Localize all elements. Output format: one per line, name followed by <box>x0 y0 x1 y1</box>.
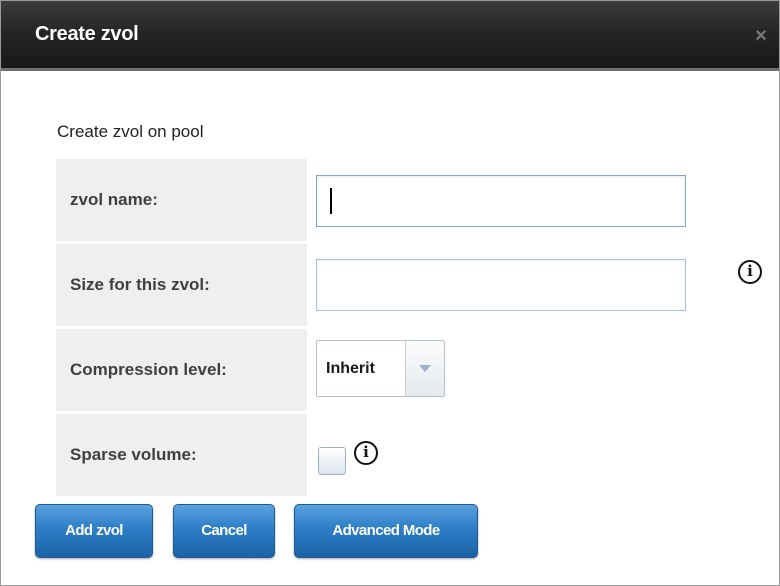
compression-label: Compression level: <box>70 360 227 379</box>
compression-select[interactable]: Inherit <box>316 340 445 397</box>
dialog-title: Create zvol <box>35 23 139 45</box>
close-icon[interactable]: × <box>751 26 771 46</box>
compression-row: Compression level: <box>56 329 307 411</box>
add-zvol-button[interactable]: Add zvol <box>35 504 153 558</box>
cancel-button[interactable]: Cancel <box>173 504 275 558</box>
advanced-mode-button[interactable]: Advanced Mode <box>294 504 478 558</box>
size-input[interactable] <box>316 259 686 311</box>
form-heading: Create zvol on pool <box>57 122 204 141</box>
zvol-name-input[interactable] <box>316 175 686 227</box>
dropdown-arrow-button[interactable] <box>405 341 444 396</box>
size-label: Size for this zvol: <box>70 275 210 294</box>
zvol-name-label: zvol name: <box>70 190 158 209</box>
chevron-down-icon <box>419 365 431 372</box>
size-info-icon[interactable]: i <box>738 260 762 284</box>
text-caret <box>330 188 332 214</box>
sparse-label: Sparse volume: <box>70 445 197 464</box>
zvol-name-row: zvol name: <box>56 159 307 241</box>
create-zvol-dialog: Create zvol × Create zvol on pool zvol n… <box>0 0 780 586</box>
sparse-volume-checkbox[interactable] <box>318 447 346 475</box>
sparse-row: Sparse volume: <box>56 414 307 496</box>
sparse-info-icon[interactable]: i <box>354 441 378 465</box>
compression-selected-value: Inherit <box>326 360 375 377</box>
dialog-titlebar[interactable]: Create zvol × <box>1 1 779 71</box>
size-row: Size for this zvol: <box>56 244 307 326</box>
